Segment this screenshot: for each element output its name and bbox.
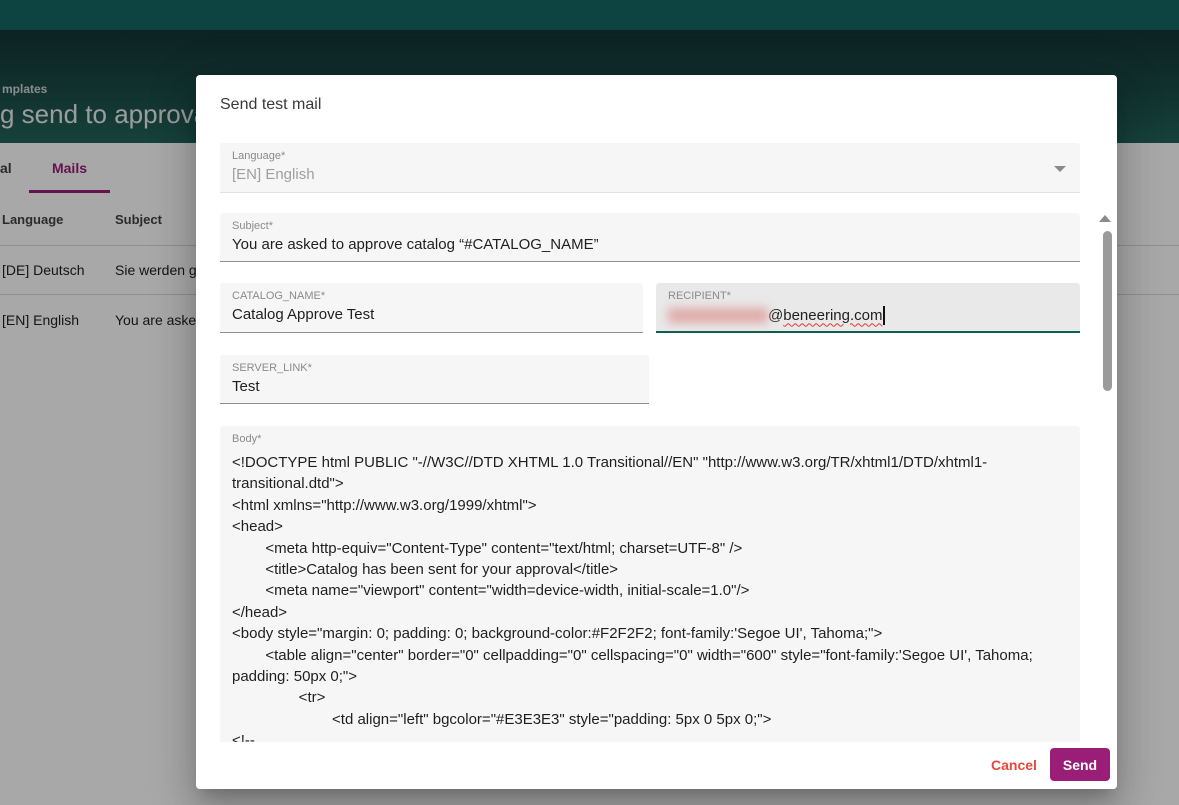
recipient-at: @ xyxy=(768,307,783,324)
body-line: transitional.dtd"> xyxy=(232,473,1068,494)
scrollbar-up-arrow-icon[interactable] xyxy=(1099,215,1111,222)
body-line: padding: 50px 0;"> xyxy=(232,666,1068,687)
dialog-content: Language* [EN] English Subject* You are … xyxy=(196,143,1117,742)
body-line: </head> xyxy=(232,602,1068,623)
chevron-down-icon[interactable] xyxy=(1054,166,1066,172)
language-label: Language* xyxy=(232,150,285,162)
body-line: <html xmlns="http://www.w3.org/1999/xhtm… xyxy=(232,495,1068,516)
body-line: <!-- xyxy=(232,730,1068,742)
body-line: <tr> xyxy=(232,687,1068,708)
redacted-email-local-part xyxy=(668,308,768,323)
body-line: <meta http-equiv="Content-Type" content=… xyxy=(232,538,1068,559)
cancel-button[interactable]: Cancel xyxy=(989,755,1039,775)
body-line: <meta name="viewport" content="width=dev… xyxy=(232,580,1068,601)
body-line: <title>Catalog has been sent for your ap… xyxy=(232,559,1068,580)
server-link-label: SERVER_LINK* xyxy=(232,362,312,374)
language-select[interactable]: Language* [EN] English xyxy=(220,143,1080,193)
server-link-value: Test xyxy=(232,378,260,395)
dialog-title: Send test mail xyxy=(220,96,321,114)
send-test-mail-dialog: Send test mail Language* [EN] English Su… xyxy=(196,75,1117,789)
server-link-input[interactable]: SERVER_LINK* Test xyxy=(220,355,649,404)
catalog-name-value: Catalog Approve Test xyxy=(232,306,374,323)
scrollbar-thumb[interactable] xyxy=(1103,231,1112,391)
recipient-value: @ beneering.com xyxy=(668,304,885,326)
subject-input[interactable]: Subject* You are asked to approve catalo… xyxy=(220,213,1080,262)
body-line: <!DOCTYPE html PUBLIC "-//W3C//DTD XHTML… xyxy=(232,452,1068,473)
dialog-actions: Cancel Send xyxy=(196,742,1117,789)
body-textarea[interactable]: Body* <!DOCTYPE html PUBLIC "-//W3C//DTD… xyxy=(220,426,1080,742)
recipient-label: RECIPIENT* xyxy=(668,290,731,302)
body-line: <table align="center" border="0" cellpad… xyxy=(232,645,1068,666)
body-line: <body style="margin: 0; padding: 0; back… xyxy=(232,623,1068,644)
subject-label: Subject* xyxy=(232,220,273,232)
body-line: <td align="left" bgcolor="#E3E3E3" style… xyxy=(232,709,1068,730)
subject-value: You are asked to approve catalog “#CATAL… xyxy=(232,236,599,253)
body-line: <head> xyxy=(232,516,1068,537)
body-label: Body* xyxy=(232,433,261,445)
catalog-name-label: CATALOG_NAME* xyxy=(232,290,325,302)
body-lines: <!DOCTYPE html PUBLIC "-//W3C//DTD XHTML… xyxy=(232,452,1068,742)
recipient-input[interactable]: RECIPIENT* @ beneering.com xyxy=(656,283,1080,333)
recipient-domain: beneering.com xyxy=(783,307,882,324)
catalog-name-input[interactable]: CATALOG_NAME* Catalog Approve Test xyxy=(220,283,643,333)
screen: mplates g send to approval m al Mails La… xyxy=(0,0,1179,805)
language-value: [EN] English xyxy=(232,166,315,183)
text-cursor xyxy=(883,306,885,325)
send-button[interactable]: Send xyxy=(1050,748,1110,781)
